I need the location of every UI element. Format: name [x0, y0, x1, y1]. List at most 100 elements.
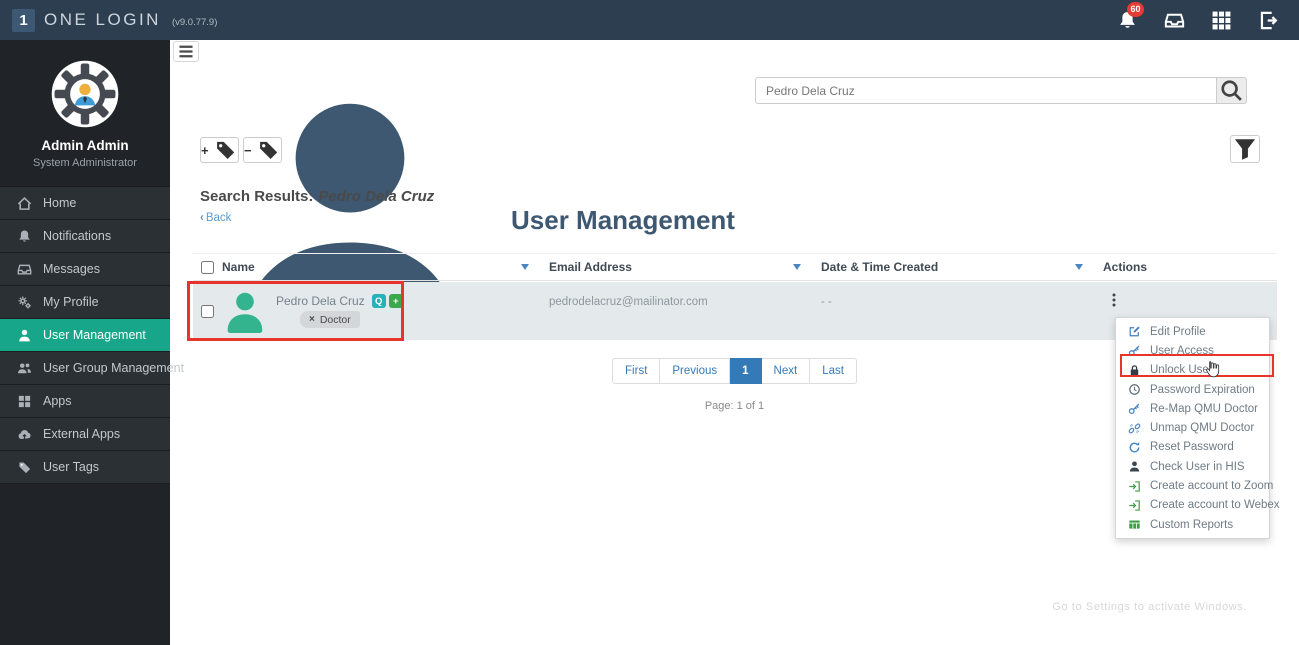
add-tag-button[interactable]: + [200, 137, 239, 163]
home-icon [17, 196, 32, 211]
user-search [755, 77, 1247, 104]
app-version: (v9.0.77.9) [171, 16, 218, 28]
remove-tag-x-icon[interactable]: × [309, 314, 315, 325]
table-header: Name Email Address Date & Time Created A… [193, 253, 1277, 281]
minus-symbol: − [244, 142, 252, 158]
user-tag-chip: × Doctor [300, 311, 360, 328]
sidebar-item-user-tags[interactable]: User Tags [0, 451, 170, 484]
column-label: Name [222, 260, 255, 274]
column-header-email: Email Address [541, 254, 813, 280]
menu-item-reset-password[interactable]: Reset Password [1116, 438, 1269, 457]
user-icon [17, 328, 32, 343]
edit-icon [1128, 325, 1141, 338]
menu-item-label: Re-Map QMU Doctor [1150, 402, 1258, 415]
menu-item-password-expiration[interactable]: Password Expiration [1116, 380, 1269, 399]
grid-icon [17, 394, 32, 409]
pagination-first-button[interactable]: First [612, 358, 661, 384]
sidebar-nav: Home Notifications Messages My Profile User … [0, 186, 184, 484]
logout-icon[interactable] [1258, 10, 1279, 31]
menu-item-label: User Access [1150, 344, 1214, 357]
pagination-page-1-button[interactable]: 1 [730, 358, 762, 384]
apps-grid-icon[interactable] [1211, 10, 1232, 31]
tag-icon [255, 138, 281, 162]
hamburger-icon [174, 42, 198, 61]
column-label: Actions [1103, 260, 1148, 274]
sidebar-toggle-button[interactable] [173, 41, 199, 62]
refresh-icon [1128, 441, 1141, 454]
plus-symbol: + [201, 142, 209, 158]
ellipsis-icon [1106, 291, 1122, 309]
menu-item-unmap-qmu-doctor[interactable]: Unmap QMU Doctor [1116, 418, 1269, 437]
chevron-left-icon: ‹ [200, 212, 204, 224]
column-header-name: Name [193, 254, 541, 280]
sidebar-item-my-profile[interactable]: My Profile [0, 286, 170, 319]
search-button[interactable] [1217, 77, 1247, 104]
sidebar-item-label: User Group Management [43, 361, 185, 375]
menu-item-edit-profile[interactable]: Edit Profile [1116, 322, 1269, 341]
sidebar-item-user-management[interactable]: User Management [0, 319, 170, 352]
sidebar-item-messages[interactable]: Messages [0, 253, 170, 286]
inbox-icon [1164, 10, 1185, 31]
menu-item-create-account-to-zoom[interactable]: Create account to Zoom [1116, 476, 1273, 495]
select-all-checkbox[interactable] [201, 260, 214, 274]
sidebar-item-external-apps[interactable]: External Apps [0, 418, 170, 451]
tag-icon [212, 138, 238, 162]
pagination-next-button[interactable]: Next [761, 358, 811, 384]
pagination-previous-button[interactable]: Previous [660, 358, 731, 384]
notifications-bell-icon[interactable]: 60 [1117, 1, 1144, 31]
sign-in-icon [1128, 499, 1141, 512]
sidebar: Admin Admin System Administrator Home Not… [0, 40, 184, 645]
sidebar-item-label: Notifications [43, 229, 112, 243]
menu-item-label: Unlock User [1150, 364, 1213, 377]
menu-item-label: Custom Reports [1150, 518, 1234, 531]
row-actions-menu-button[interactable] [1106, 291, 1122, 309]
user-badge: Q [371, 294, 386, 308]
topbar: 1 ONE LOGIN (v9.0.77.9) 60 [0, 0, 1299, 40]
sidebar-item-user-group-management[interactable]: User Group Management [0, 352, 184, 385]
windows-activation-watermark: Go to Settings to activate Windows. [1052, 601, 1247, 613]
logo-text: ONE LOGIN [44, 10, 161, 29]
menu-item-check-user-in-his[interactable]: Check User in HIS [1116, 457, 1269, 476]
pagination-last-button[interactable]: Last [810, 358, 857, 384]
sidebar-item-notifications[interactable]: Notifications [0, 220, 170, 253]
sidebar-item-label: User Tags [43, 460, 100, 474]
key-icon [1128, 402, 1141, 415]
back-link[interactable]: ‹ Back [200, 212, 231, 224]
sort-caret-icon[interactable] [793, 264, 801, 270]
filter-button[interactable] [1230, 135, 1260, 163]
unlink-icon [1128, 422, 1141, 435]
clock-icon [1128, 383, 1141, 396]
lock-icon [1128, 364, 1141, 377]
search-icon [1217, 78, 1246, 103]
bell-icon [17, 229, 32, 244]
menu-item-re-map-qmu-doctor[interactable]: Re-Map QMU Doctor [1116, 399, 1269, 418]
sort-caret-icon[interactable] [1075, 264, 1083, 270]
app-logo: 1 ONE LOGIN (v9.0.77.9) [0, 8, 218, 32]
email-cell: pedrodelacruz@mailinator.com [549, 296, 708, 308]
row-checkbox[interactable] [201, 304, 214, 318]
sidebar-item-label: Messages [43, 262, 100, 276]
search-results-heading: Search Results: Pedro Dela Cruz [200, 188, 434, 205]
remove-tag-button[interactable]: − [243, 137, 282, 163]
sidebar-item-label: Apps [43, 394, 72, 408]
user-check-icon [1128, 460, 1141, 473]
sort-caret-icon[interactable] [521, 264, 529, 270]
results-label: Search Results: [200, 188, 314, 205]
user-name: Pedro Dela Cruz [276, 294, 365, 308]
search-input[interactable] [755, 77, 1217, 104]
menu-item-create-account-to-webex[interactable]: Create account to Webex [1116, 496, 1280, 515]
sidebar-item-label: Home [43, 196, 77, 210]
menu-item-unlock-user[interactable]: Unlock User [1116, 361, 1269, 380]
user-badge: + [388, 294, 403, 308]
column-header-date: Date & Time Created [813, 254, 1095, 280]
menu-item-custom-reports[interactable]: Custom Reports [1116, 515, 1269, 534]
sidebar-item-home[interactable]: Home [0, 187, 170, 220]
menu-item-label: Check User in HIS [1150, 460, 1245, 473]
results-query: Pedro Dela Cruz [318, 188, 435, 205]
actions-context-menu: Edit Profile User Access Unlock User Passwo… [1115, 317, 1280, 540]
messages-inbox-icon[interactable] [1164, 10, 1185, 31]
sidebar-item-apps[interactable]: Apps [0, 385, 170, 418]
date-created-cell: - - [821, 296, 832, 308]
menu-item-user-access[interactable]: User Access [1116, 341, 1269, 360]
cloud-icon [17, 427, 32, 442]
